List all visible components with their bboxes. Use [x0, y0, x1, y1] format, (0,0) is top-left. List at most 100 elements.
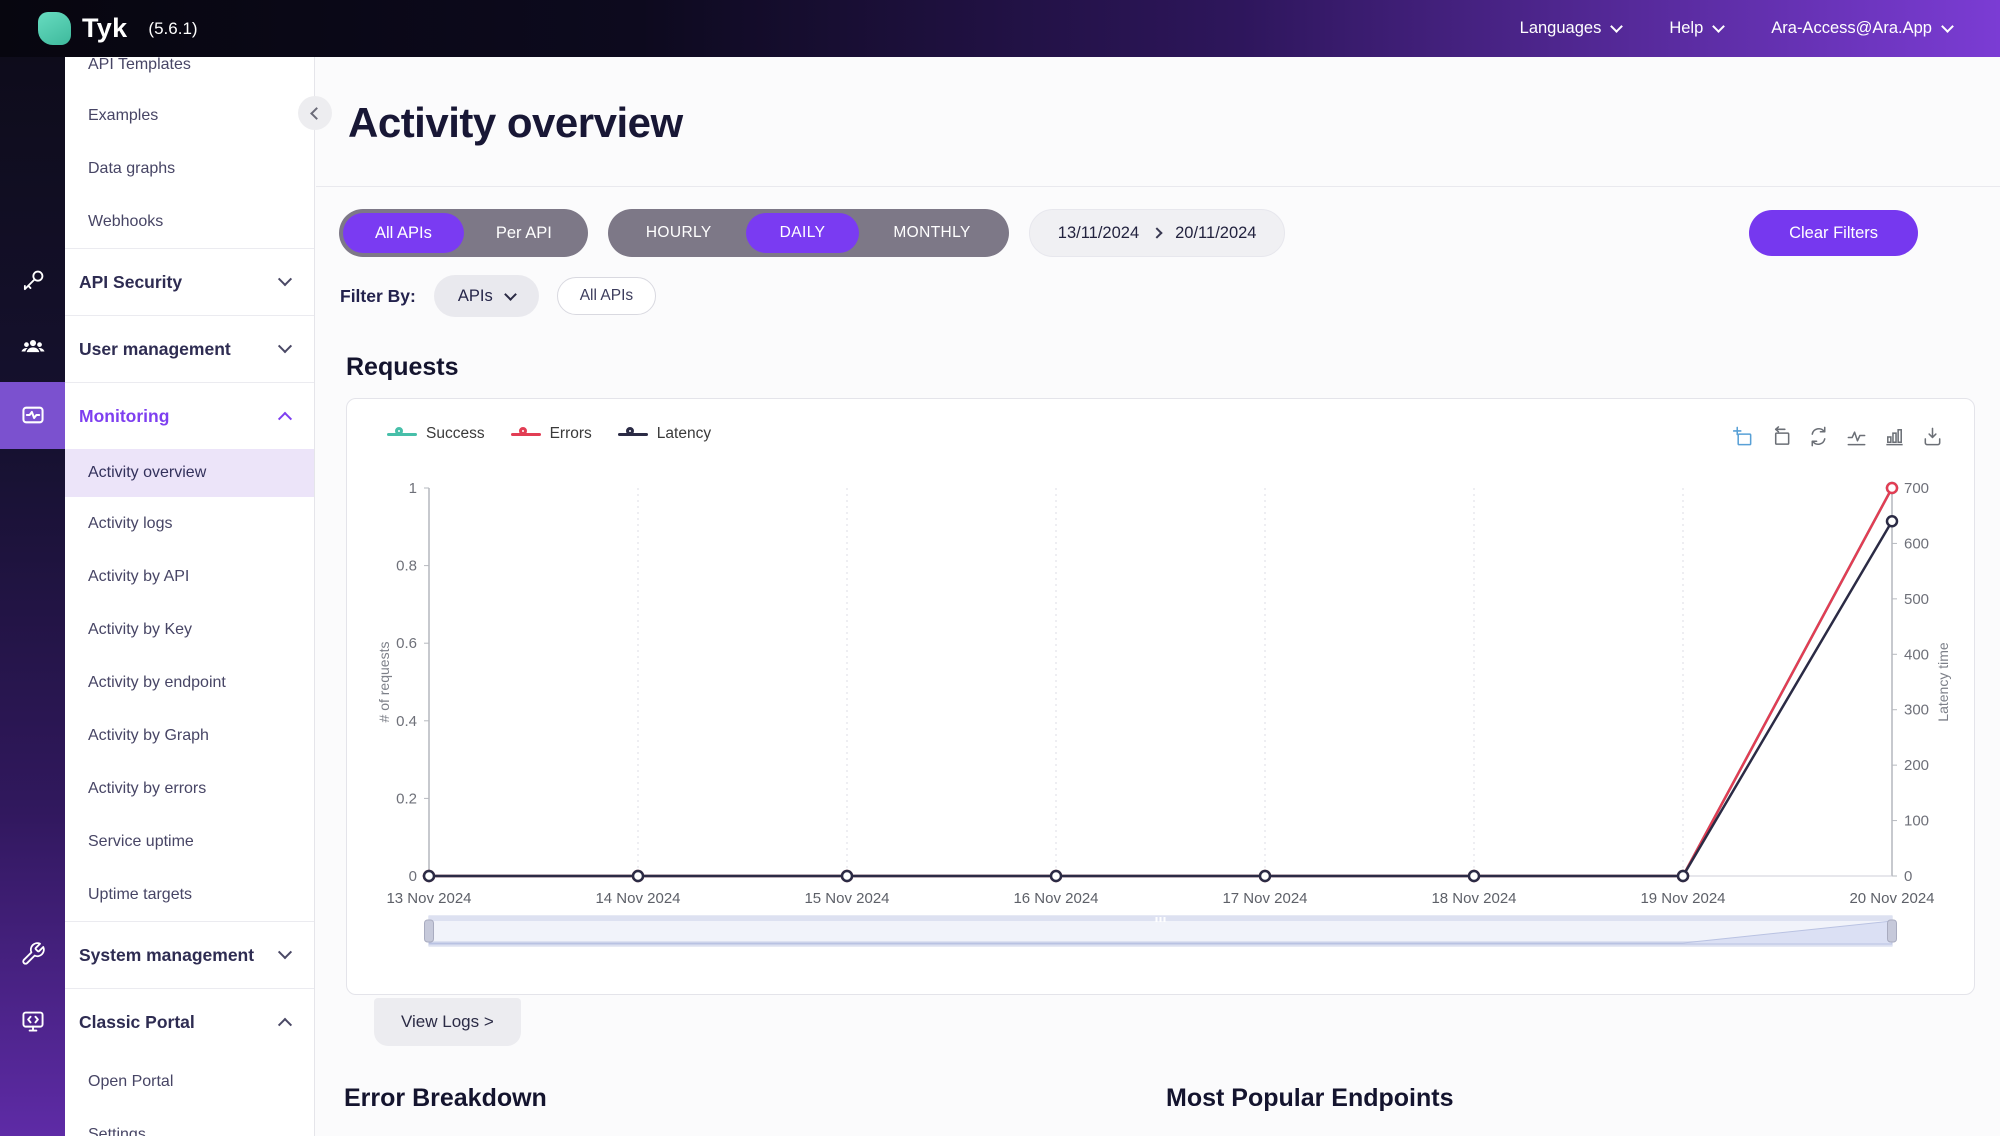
sidebar-item-activity-overview[interactable]: Activity overview: [65, 449, 314, 497]
monitoring-icon[interactable]: [19, 402, 46, 429]
svg-text:# of requests: # of requests: [376, 642, 392, 723]
brand-name: Tyk: [82, 13, 128, 43]
sidebar-item-settings[interactable]: Settings: [65, 1108, 314, 1136]
svg-text:600: 600: [1904, 535, 1929, 552]
toggle-all-apis[interactable]: All APIs: [343, 213, 464, 253]
date-from: 13/11/2024: [1057, 223, 1140, 242]
datapoint-latency: [1467, 869, 1481, 883]
sidebar-item-label: User management: [79, 338, 231, 359]
languages-menu[interactable]: Languages: [1520, 19, 1624, 38]
requests-chart: 0 0.2 0.4 0.6 0.8 1 0 100 200 300 400 500 600 700 13 N…: [347, 399, 1974, 994]
datazoom-right-handle[interactable]: [1887, 919, 1897, 943]
chevron-down-icon: [277, 272, 293, 287]
sidebar-item-label: Data graphs: [88, 159, 176, 177]
legend-marker: [617, 427, 648, 441]
series-latency: [429, 520, 1894, 878]
apis-dropdown[interactable]: APIs: [433, 275, 539, 317]
sidebar-item-label: Webhooks: [88, 212, 164, 230]
key-icon[interactable]: [20, 268, 46, 294]
sidebar-item-label: Activity logs: [88, 514, 173, 532]
sidebar-item-data-graphs[interactable]: Data graphs: [65, 142, 314, 195]
users-icon[interactable]: [19, 335, 46, 362]
sidebar-item-examples[interactable]: Examples: [65, 89, 314, 142]
line-view-icon[interactable]: [1845, 425, 1868, 448]
svg-text:400: 400: [1904, 646, 1929, 663]
chart-legend: Success Errors Latency: [387, 425, 711, 443]
svg-text:300: 300: [1904, 702, 1929, 719]
svg-text:13 Nov 2024: 13 Nov 2024: [386, 890, 471, 907]
legend-marker: [510, 427, 541, 441]
top-bar: Tyk (5.6.1) Languages Help Ara-Access@Ar…: [0, 0, 2000, 57]
clear-filters-button[interactable]: Clear Filters: [1749, 210, 1918, 256]
sidebar-item-activity-by-graph[interactable]: Activity by Graph: [65, 709, 314, 762]
svg-text:0.8: 0.8: [396, 558, 417, 575]
page-header: Activity overview: [316, 57, 2000, 187]
svg-text:200: 200: [1904, 757, 1929, 774]
sidebar-item-activity-by-key[interactable]: Activity by Key: [65, 603, 314, 656]
sidebar-item-label: Uptime targets: [88, 885, 193, 903]
sidebar-item-activity-by-api[interactable]: Activity by API: [65, 550, 314, 603]
svg-text:500: 500: [1904, 591, 1929, 608]
legend-success[interactable]: Success: [387, 425, 485, 443]
toggle-monthly[interactable]: MONTHLY: [859, 213, 1004, 253]
apis-dropdown-value: APIs: [457, 286, 493, 305]
portal-icon[interactable]: [19, 1008, 46, 1035]
legend-errors[interactable]: Errors: [510, 425, 592, 443]
svg-text:0: 0: [1904, 868, 1912, 885]
chevron-down-icon: [1610, 19, 1624, 33]
bar-view-icon[interactable]: [1883, 425, 1906, 448]
restore-icon[interactable]: [1807, 425, 1830, 448]
filter-by-label: Filter By:: [340, 285, 416, 306]
sidebar-collapse-button[interactable]: [298, 96, 332, 130]
sidebar-item-open-portal[interactable]: Open Portal: [65, 1055, 314, 1108]
help-menu[interactable]: Help: [1669, 19, 1726, 38]
view-logs-button[interactable]: View Logs >: [374, 998, 521, 1046]
all-apis-chip[interactable]: All APIs: [556, 277, 657, 315]
svg-text:14 Nov 2024: 14 Nov 2024: [595, 890, 680, 907]
chevron-up-icon: [277, 1017, 293, 1032]
sidebar-item-monitoring[interactable]: Monitoring: [65, 382, 314, 449]
user-menu[interactable]: Ara-Access@Ara.App: [1771, 19, 1954, 38]
main-content: Activity overview All APIs Per API HOURL…: [316, 57, 2000, 1136]
sidebar-item-service-uptime[interactable]: Service uptime: [65, 815, 314, 868]
sidebar-item-label: Activity overview: [88, 464, 207, 481]
svg-text:17 Nov 2024: 17 Nov 2024: [1222, 890, 1307, 907]
chevron-up-icon: [277, 411, 293, 426]
requests-heading: Requests: [346, 353, 459, 381]
version-label: (5.6.1): [148, 18, 198, 38]
interval-toggle-group: HOURLY DAILY MONTHLY: [607, 209, 1009, 257]
svg-text:15 Nov 2024: 15 Nov 2024: [804, 890, 889, 907]
sidebar-item-user-management[interactable]: User management: [65, 315, 314, 382]
sidebar-item-classic-portal[interactable]: Classic Portal: [65, 988, 314, 1055]
sidebar-item-label: Activity by Key: [88, 620, 193, 638]
sidebar-item-label: Activity by errors: [88, 779, 207, 797]
sidebar-item-label: Examples: [88, 106, 159, 124]
date-range-picker[interactable]: 13/11/2024 20/11/2024: [1028, 209, 1286, 257]
datazoom-left-handle[interactable]: [424, 919, 434, 943]
icon-rail: [0, 57, 65, 1136]
toggle-per-api[interactable]: Per API: [464, 213, 584, 253]
sidebar-item-webhooks[interactable]: Webhooks: [65, 195, 314, 248]
sidebar-item-activity-by-endpoint[interactable]: Activity by endpoint: [65, 656, 314, 709]
zoom-select-icon[interactable]: [1731, 425, 1754, 448]
sidebar-item-activity-logs[interactable]: Activity logs: [65, 497, 314, 550]
sidebar-item-label: Open Portal: [88, 1072, 174, 1090]
legend-latency[interactable]: Latency: [617, 425, 711, 443]
toggle-daily[interactable]: DAILY: [745, 213, 860, 253]
legend-label: Errors: [549, 425, 592, 442]
sidebar-item-activity-by-errors[interactable]: Activity by errors: [65, 762, 314, 815]
wrench-icon[interactable]: [20, 941, 46, 967]
download-icon[interactable]: [1921, 425, 1944, 448]
sidebar-item-label: System management: [79, 944, 255, 965]
datapoint-latency: [1049, 869, 1063, 883]
sidebar-item-api-templates[interactable]: API Templates: [65, 57, 314, 89]
zoom-reset-icon[interactable]: [1769, 425, 1792, 448]
legend-label: Success: [426, 425, 485, 442]
sidebar-item-api-security[interactable]: API Security: [65, 248, 314, 315]
datapoint-latency: [1258, 869, 1272, 883]
toggle-hourly[interactable]: HOURLY: [612, 213, 746, 253]
sidebar-item-uptime-targets[interactable]: Uptime targets: [65, 868, 314, 921]
sidebar-item-system-management[interactable]: System management: [65, 921, 314, 988]
requests-chart-panel: Success Errors Latency 0 0.2 0.4 0.6 0.8 1 0 100 2…: [346, 398, 1975, 995]
chevron-down-icon: [503, 287, 517, 301]
